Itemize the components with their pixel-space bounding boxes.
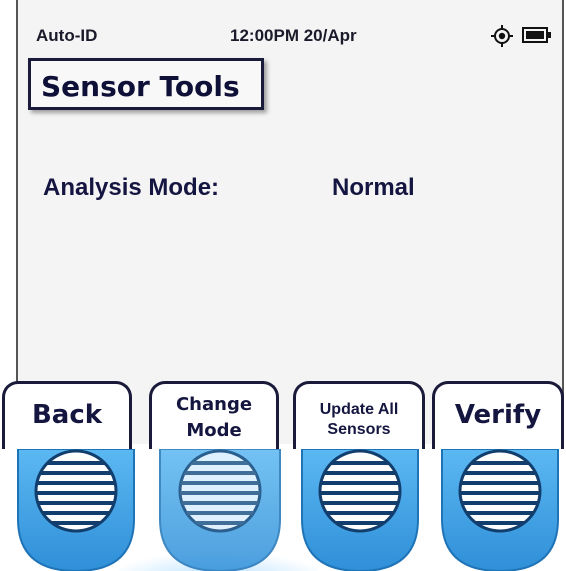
update-label-line2: Sensors [327, 421, 391, 438]
device-frame: Auto-ID 12:00PM 20/Apr Sensor Tools Anal… [0, 0, 566, 571]
status-datetime: 12:00PM 20/Apr [230, 26, 357, 45]
analysis-mode-label: Analysis Mode: [43, 174, 220, 201]
status-app-name: Auto-ID [36, 26, 98, 45]
status-bar: Auto-ID 12:00PM 20/Apr [18, 0, 562, 47]
change-mode-label-line2: Mode [186, 420, 242, 441]
battery-full-icon [522, 27, 551, 43]
device-screen: Auto-ID 12:00PM 20/Apr Sensor Tools Anal… [16, 0, 564, 444]
back-softkey[interactable]: Back [2, 381, 132, 449]
hardware-button-2[interactable] [159, 449, 281, 571]
gps-target-icon [491, 25, 513, 47]
verify-softkey[interactable]: Verify [432, 381, 564, 449]
change-mode-label-line1: Change [175, 394, 253, 415]
page-title: Sensor Tools [41, 70, 240, 103]
page-title-box: Sensor Tools [28, 58, 264, 110]
verify-softkey-label: Verify [454, 400, 542, 430]
hardware-button-strip [0, 449, 566, 571]
update-label-line1: Update All [319, 401, 399, 418]
change-mode-softkey[interactable]: Change Mode [149, 381, 279, 449]
hardware-button-4[interactable] [441, 449, 559, 571]
back-softkey-label: Back [31, 400, 103, 430]
hardware-button-1[interactable] [17, 449, 135, 571]
hardware-button-3[interactable] [301, 449, 419, 571]
analysis-mode-value: Normal [332, 174, 415, 201]
update-all-sensors-softkey[interactable]: Update All Sensors [293, 381, 425, 449]
